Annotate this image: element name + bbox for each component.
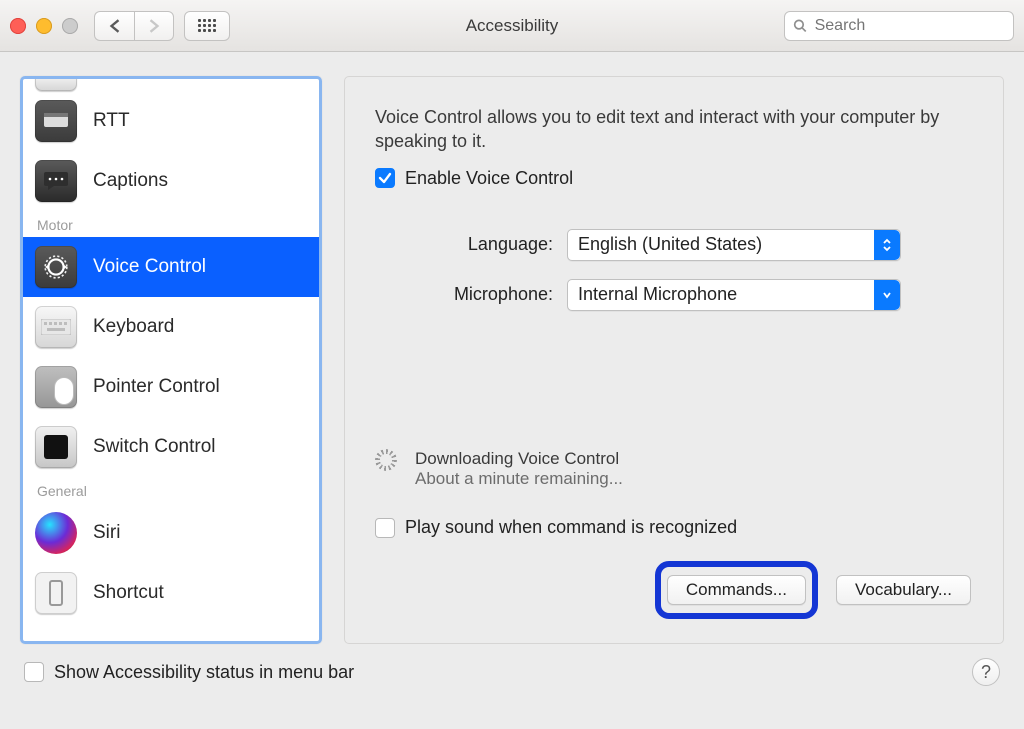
help-button[interactable]: ?	[972, 658, 1000, 686]
forward-button[interactable]	[134, 11, 174, 41]
microphone-dropdown[interactable]: Internal Microphone	[567, 279, 901, 311]
sidebar-item-label: Siri	[93, 522, 120, 544]
play-sound-checkbox[interactable]	[375, 518, 395, 538]
sidebar-category-motor: Motor	[23, 211, 319, 237]
menubar-status-checkbox[interactable]	[24, 662, 44, 682]
microphone-value: Internal Microphone	[578, 284, 737, 305]
chevron-down-icon	[874, 280, 900, 310]
settings-panel: Voice Control allows you to edit text an…	[344, 76, 1004, 644]
sidebar-overflow-top	[23, 79, 319, 91]
play-sound-row[interactable]: Play sound when command is recognized	[375, 517, 737, 538]
enable-voice-control-checkbox[interactable]	[375, 168, 395, 188]
language-dropdown[interactable]: English (United States)	[567, 229, 901, 261]
grid-icon	[198, 19, 216, 32]
close-window-button[interactable]	[10, 18, 26, 34]
panel-buttons: Commands... Vocabulary...	[655, 561, 971, 619]
sidebar-item-siri[interactable]: Siri	[23, 503, 319, 563]
vocabulary-button[interactable]: Vocabulary...	[836, 575, 971, 605]
sidebar-item-label: Captions	[93, 170, 168, 192]
sidebar-item-captions[interactable]: Captions	[23, 151, 319, 211]
sidebar-item-keyboard[interactable]: Keyboard	[23, 297, 319, 357]
titlebar: Accessibility	[0, 0, 1024, 52]
shortcut-icon	[35, 572, 77, 614]
zoom-window-button[interactable]	[62, 18, 78, 34]
rtt-icon	[35, 100, 77, 142]
keyboard-icon	[35, 306, 77, 348]
menubar-status-label: Show Accessibility status in menu bar	[54, 662, 354, 683]
search-field[interactable]	[784, 11, 1014, 41]
microphone-label: Microphone:	[405, 284, 553, 305]
window-controls	[10, 18, 78, 34]
sidebar-item-label: Shortcut	[93, 582, 164, 604]
sidebar-item-shortcut[interactable]: Shortcut	[23, 563, 319, 623]
sidebar-item-label: RTT	[93, 110, 130, 132]
minimize-window-button[interactable]	[36, 18, 52, 34]
window-footer: Show Accessibility status in menu bar ?	[0, 654, 1024, 686]
sidebar-item-voice-control[interactable]: Voice Control	[23, 237, 319, 297]
search-input[interactable]	[813, 16, 1005, 36]
sidebar-item-switch-control[interactable]: Switch Control	[23, 417, 319, 477]
sidebar-item-label: Voice Control	[93, 256, 206, 278]
enable-voice-control-label: Enable Voice Control	[405, 168, 573, 189]
toolbar-nav	[94, 11, 174, 41]
siri-icon	[35, 512, 77, 554]
stepper-arrows-icon	[874, 230, 900, 260]
partial-icon	[35, 76, 77, 91]
sidebar-item-label: Pointer Control	[93, 376, 220, 398]
sidebar-item-label: Switch Control	[93, 436, 216, 458]
help-icon: ?	[981, 662, 991, 683]
annotation-highlight: Commands...	[655, 561, 818, 619]
sidebar-item-label: Keyboard	[93, 316, 174, 338]
show-all-prefs-button[interactable]	[184, 11, 230, 41]
category-sidebar: RTT Captions Motor Voice Control Keyboar…	[20, 76, 322, 644]
sidebar-item-pointer-control[interactable]: Pointer Control	[23, 357, 319, 417]
download-subtitle: About a minute remaining...	[415, 469, 623, 489]
spinner-icon	[375, 449, 397, 471]
language-label: Language:	[405, 234, 553, 255]
sidebar-item-rtt[interactable]: RTT	[23, 91, 319, 151]
switch-control-icon	[35, 426, 77, 468]
voice-control-icon	[35, 246, 77, 288]
panel-description: Voice Control allows you to edit text an…	[375, 105, 973, 154]
enable-voice-control-row[interactable]: Enable Voice Control	[375, 168, 973, 189]
search-icon	[793, 18, 807, 33]
commands-button[interactable]: Commands...	[667, 575, 806, 605]
language-value: English (United States)	[578, 234, 762, 255]
pointer-control-icon	[35, 366, 77, 408]
sidebar-category-general: General	[23, 477, 319, 503]
download-status: Downloading Voice Control About a minute…	[375, 449, 623, 489]
captions-icon	[35, 160, 77, 202]
play-sound-label: Play sound when command is recognized	[405, 517, 737, 538]
back-button[interactable]	[94, 11, 134, 41]
download-title: Downloading Voice Control	[415, 449, 623, 469]
